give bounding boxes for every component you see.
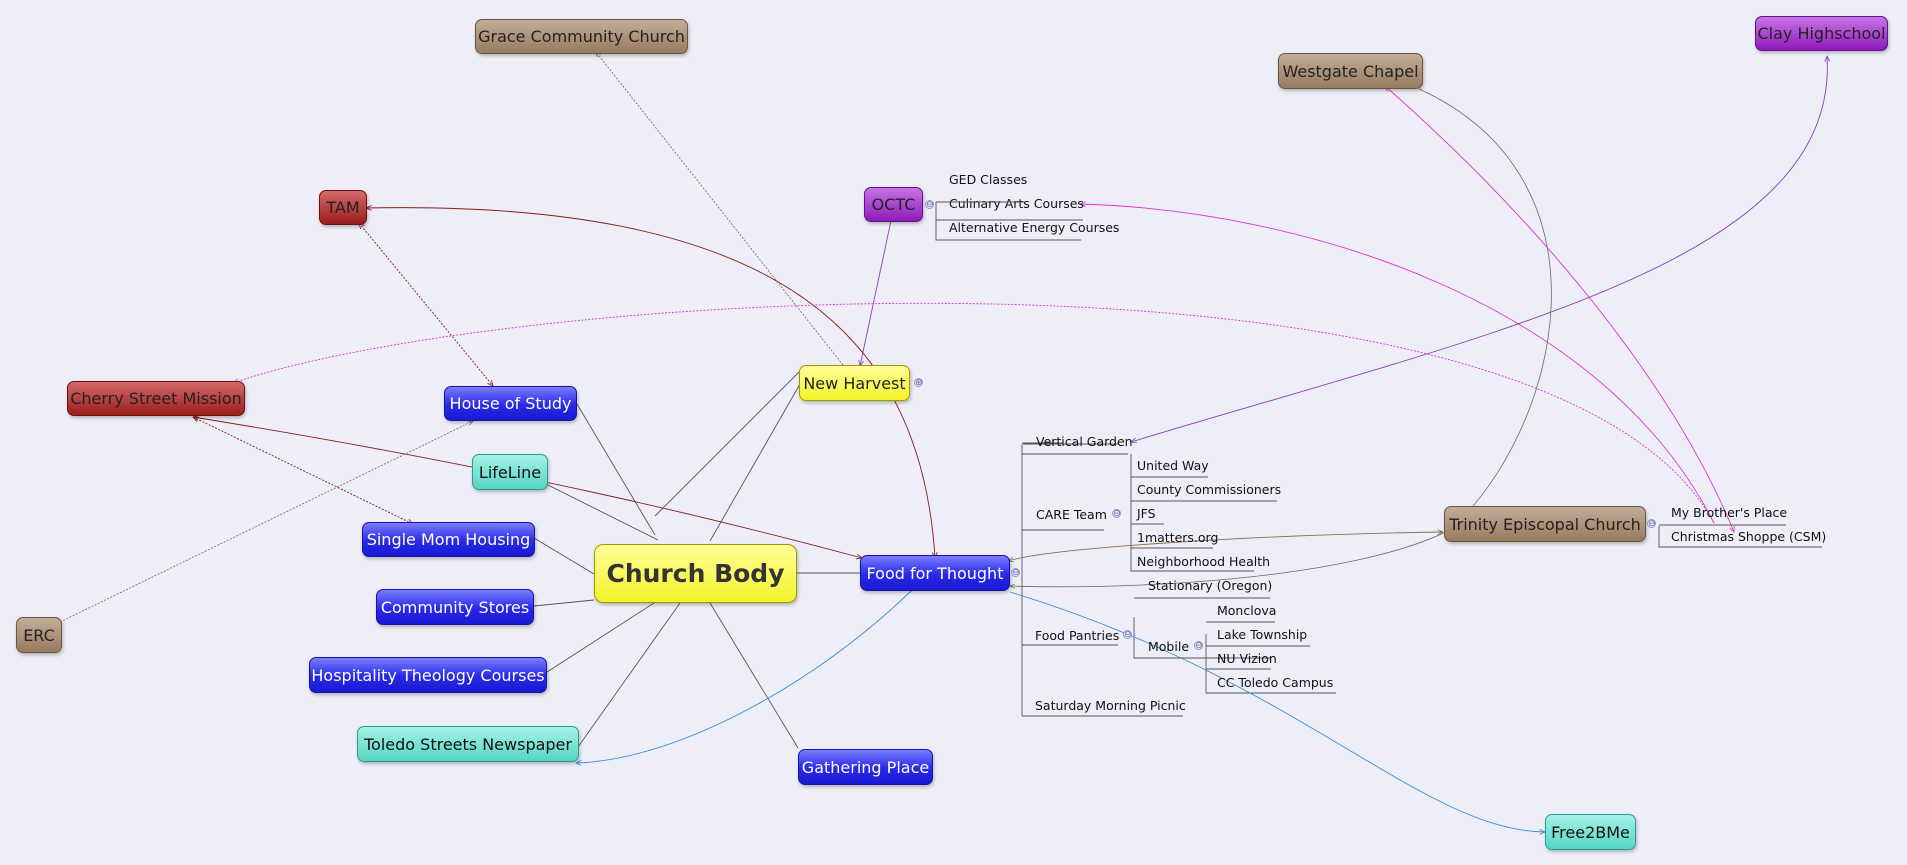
- topic-toledo-streets-newspaper[interactable]: Toledo Streets Newspaper: [357, 726, 579, 762]
- topic-label: Gathering Place: [801, 757, 930, 777]
- topic-label: Clay Highschool: [1757, 24, 1886, 43]
- subtopic-saturday-morning-picnic[interactable]: Saturday Morning Picnic: [1035, 698, 1186, 713]
- topic-single-mom-housing[interactable]: Single Mom Housing: [362, 522, 535, 557]
- collapse-toggle-icon[interactable]: ⊖: [925, 200, 934, 210]
- relation-clay-vertical: [1131, 56, 1827, 442]
- topic-label: House of Study: [449, 394, 572, 413]
- subtopic-alternative-energy-courses[interactable]: Alternative Energy Courses: [949, 220, 1119, 235]
- expand-toggle-icon[interactable]: ⊕: [914, 378, 923, 388]
- central-topic[interactable]: Church Body: [594, 544, 797, 603]
- topic-label: Free2BMe: [1551, 822, 1630, 842]
- topic-community-stores[interactable]: Community Stores: [376, 589, 534, 625]
- subtopic-mobile[interactable]: Mobile: [1148, 639, 1189, 654]
- topic-label: Community Stores: [380, 597, 530, 617]
- relation-food-toledo-streets: [576, 589, 913, 763]
- topic-label: Cherry Street Mission: [70, 389, 242, 408]
- topic-tam[interactable]: TAM: [319, 190, 367, 225]
- subtopic-lake-township[interactable]: Lake Township: [1217, 627, 1307, 642]
- relation-tam-house: [359, 223, 493, 386]
- topic-label: Grace Community Church: [478, 27, 685, 46]
- topic-free2bme[interactable]: Free2BMe: [1545, 814, 1636, 850]
- topic-octc[interactable]: OCTC: [864, 187, 923, 222]
- subtopic-1matters-org[interactable]: 1matters.org: [1137, 530, 1218, 545]
- topic-label: OCTC: [871, 195, 916, 214]
- subtopic-cc-toledo-campus[interactable]: CC Toledo Campus: [1217, 675, 1333, 690]
- topic-hospitality-theology-courses[interactable]: Hospitality Theology Courses: [309, 657, 547, 693]
- subtopic-stationary-oregon[interactable]: Stationary (Oregon): [1148, 578, 1272, 593]
- topic-label: New Harvest: [803, 373, 906, 393]
- subtopic-monclova[interactable]: Monclova: [1217, 603, 1276, 618]
- topic-label: Westgate Chapel: [1282, 61, 1419, 81]
- topic-label: LifeLine: [478, 462, 542, 482]
- topic-label: ERC: [23, 625, 55, 645]
- topic-gathering-place[interactable]: Gathering Place: [798, 749, 933, 785]
- collapse-toggle-icon[interactable]: ⊖: [1011, 568, 1020, 578]
- collapse-toggle-icon[interactable]: ⊖: [1194, 641, 1203, 651]
- subtopic-county-commissioners[interactable]: County Commissioners: [1137, 482, 1281, 497]
- topic-house-of-study[interactable]: House of Study: [444, 386, 577, 421]
- topic-label: Hospitality Theology Courses: [311, 665, 545, 685]
- collapse-toggle-icon[interactable]: ⊖: [1112, 509, 1121, 519]
- subtopic-nu-vizion[interactable]: NU Vizion: [1217, 651, 1277, 666]
- topic-cherry-street-mission[interactable]: Cherry Street Mission: [67, 381, 245, 416]
- subtopic-food-pantries[interactable]: Food Pantries: [1035, 628, 1119, 643]
- relation-grace-new-harvest: [596, 52, 844, 366]
- topic-label: Single Mom Housing: [366, 530, 531, 549]
- subtopic-united-way[interactable]: United Way: [1137, 458, 1209, 473]
- topic-label: Food for Thought: [866, 563, 1004, 583]
- topic-label: TAM: [326, 198, 360, 217]
- subtopic-culinary-arts-courses[interactable]: Culinary Arts Courses: [949, 196, 1084, 211]
- topic-label: Toledo Streets Newspaper: [364, 734, 572, 754]
- relation-cherry-singlemom: [193, 417, 413, 524]
- subtopic-vertical-garden[interactable]: Vertical Garden: [1036, 434, 1133, 449]
- topic-grace-community-church[interactable]: Grace Community Church: [475, 19, 688, 54]
- subtopic-my-brothers-place[interactable]: My Brother's Place: [1671, 505, 1787, 520]
- topic-label: Trinity Episcopal Church: [1449, 514, 1641, 534]
- collapse-toggle-icon[interactable]: ⊖: [1123, 630, 1132, 640]
- relation-new-harvest-octc: [860, 216, 892, 366]
- subtopic-christmas-shoppe[interactable]: Christmas Shoppe (CSM): [1671, 529, 1826, 544]
- relationship-lines: [59, 0, 1907, 865]
- subtopic-care-team[interactable]: CARE Team: [1036, 507, 1107, 522]
- topic-trinity-episcopal-church[interactable]: Trinity Episcopal Church: [1444, 506, 1646, 542]
- collapse-toggle-icon[interactable]: ⊖: [1647, 519, 1656, 529]
- subtopic-jfs[interactable]: JFS: [1137, 506, 1156, 521]
- topic-westgate-chapel[interactable]: Westgate Chapel: [1278, 53, 1423, 89]
- subtopic-neighborhood-health[interactable]: Neighborhood Health: [1137, 554, 1270, 569]
- topic-lifeline[interactable]: LifeLine: [472, 454, 548, 490]
- topic-new-harvest[interactable]: New Harvest: [799, 365, 910, 401]
- subtopic-ged-classes[interactable]: GED Classes: [949, 172, 1027, 187]
- topic-food-for-thought[interactable]: Food for Thought: [860, 555, 1010, 591]
- central-topic-label: Church Body: [606, 559, 785, 588]
- topic-clay-highschool[interactable]: Clay Highschool: [1755, 16, 1888, 51]
- topic-erc[interactable]: ERC: [16, 617, 62, 653]
